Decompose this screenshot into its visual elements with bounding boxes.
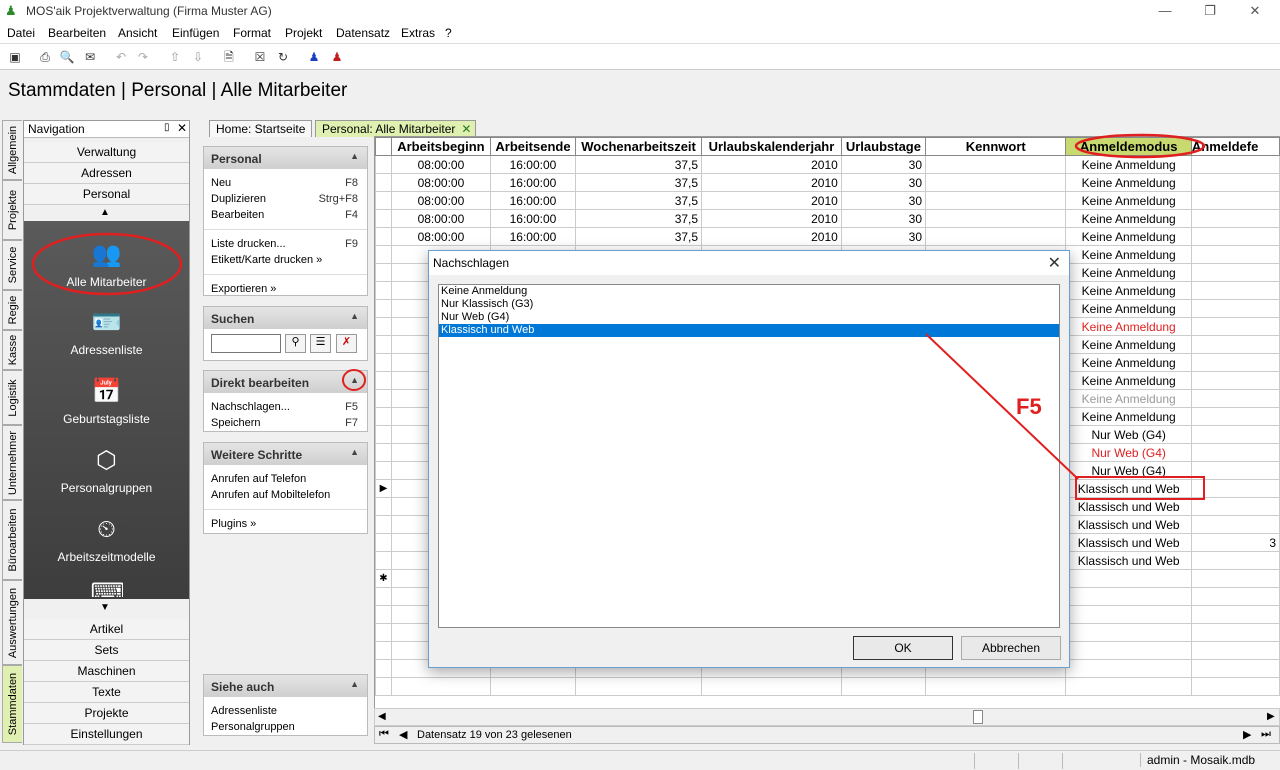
- annotation-circle-anmeldemodus: [1074, 133, 1206, 159]
- annotation-box-cell: [1075, 476, 1205, 500]
- annotation-label-f5: F5: [1016, 394, 1042, 419]
- annotation-overlay: F5: [31, 133, 1206, 500]
- annotation-arrow: [925, 333, 1079, 480]
- annotation-circle-collapse: [342, 369, 366, 391]
- annotation-circle-alle-mitarbeiter: [31, 232, 183, 296]
